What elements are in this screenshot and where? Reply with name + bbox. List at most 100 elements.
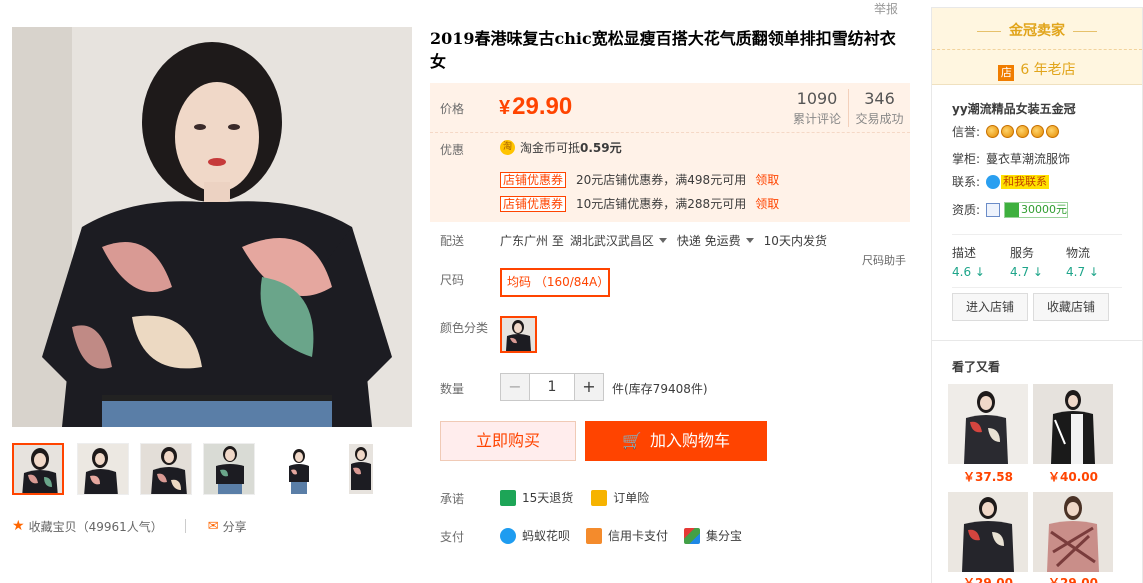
payment-row: 蚂蚁花呗 信用卡支付 集分宝 <box>500 527 742 544</box>
price-divider <box>430 132 910 133</box>
shop-name-link[interactable]: yy潮流精品女装五金冠 <box>952 100 1076 117</box>
favorite-item-link[interactable]: 收藏宝贝（49961人气） <box>29 518 163 535</box>
wangwang-icon[interactable] <box>986 174 1001 189</box>
deposit-amount: 30000元 <box>1021 202 1068 216</box>
report-link[interactable]: 举报 <box>874 0 898 17</box>
coupon-row-2: 店铺优惠券 10元店铺优惠券，满288元可用 领取 <box>500 195 779 212</box>
sales-caption: 交易成功 <box>855 112 904 126</box>
sales-count: 346 <box>864 89 895 108</box>
thumbnail-2[interactable] <box>77 443 129 495</box>
promise-item[interactable]: 订单险 <box>613 489 649 506</box>
main-product-image[interactable] <box>12 27 412 427</box>
price-panel: 价格 ¥29.90 1090 累计评论 346 交易成功 优惠 淘 淘金币可抵 0… <box>430 83 910 222</box>
recommended-item-3[interactable] <box>948 492 1028 572</box>
payment-item[interactable]: 蚂蚁花呗 <box>522 527 570 544</box>
sales-stats: 1090 累计评论 346 交易成功 <box>786 89 910 127</box>
ship-method-select[interactable]: 快递 免运费 <box>677 232 741 249</box>
crown-icon[interactable] <box>1031 125 1045 138</box>
increase-button[interactable]: + <box>575 374 603 400</box>
cart-icon: 🛒 <box>622 431 642 450</box>
coupon-row-1: 店铺优惠券 20元店铺优惠券，满498元可用 领取 <box>500 171 779 188</box>
thumbnail-strip <box>12 443 412 495</box>
promise-label: 承诺 <box>440 492 465 506</box>
star-icon[interactable]: ★ <box>12 518 25 534</box>
recommended-item-4[interactable] <box>1033 492 1113 572</box>
gold-seller-badge: 金冠卖家 <box>932 20 1142 40</box>
social-bar: ★ 收藏宝贝（49961人气） ✉ 分享 <box>12 517 247 535</box>
price-value: ¥29.90 <box>499 89 572 126</box>
thumbnail-6[interactable] <box>336 443 388 495</box>
ship-to-select[interactable]: 湖北武汉武昌区 <box>570 232 654 249</box>
crown-icon[interactable] <box>1001 125 1015 138</box>
product-page: 举报 ★ 收藏宝贝（49961人气） ✉ 分享 2019春港味复古chic宽松显… <box>0 0 1143 583</box>
color-option-swatch[interactable] <box>500 316 537 353</box>
chevron-down-icon[interactable] <box>658 238 667 243</box>
reviews-stat[interactable]: 1090 累计评论 <box>786 89 848 127</box>
dsr-name: 服务 <box>1010 246 1035 260</box>
price-amount: 29.90 <box>512 93 573 120</box>
favorite-shop-button[interactable]: 收藏店铺 <box>1033 293 1109 321</box>
credit-row: 信誉: <box>952 123 1061 140</box>
points-icon <box>684 527 701 544</box>
quantity-input[interactable]: 1 <box>529 374 575 400</box>
thumbnail-4[interactable] <box>203 443 255 495</box>
ship-from: 广东广州 至 <box>500 234 564 248</box>
crown-icon[interactable] <box>1046 125 1060 138</box>
coin-promo: 淘 淘金币可抵 0.59元 <box>500 139 622 156</box>
keeper-name[interactable]: 蔓衣草潮流服饰 <box>986 150 1070 167</box>
contact-label: 联系: <box>952 175 981 189</box>
add-to-cart-button[interactable]: 🛒 加入购物车 <box>585 421 767 461</box>
dsr-logistics: 物流 4.7 ↓ <box>1066 244 1126 279</box>
payment-item[interactable]: 信用卡支付 <box>608 527 668 544</box>
shop-age: 店 6 年老店 <box>932 59 1142 81</box>
crown-icon[interactable] <box>1016 125 1030 138</box>
dsr-name: 描述 <box>952 246 977 260</box>
dsr-value: 4.6 ↓ <box>952 265 985 279</box>
sales-stat: 346 交易成功 <box>848 89 910 127</box>
thumbnail-1[interactable] <box>12 443 64 495</box>
deposit-icon <box>1005 202 1020 217</box>
product-title: 2019春港味复古chic宽松显瘦百搭大花气质翻领单排扣雪纺衬衣女 <box>430 29 896 71</box>
size-option[interactable]: 均码 （160/84A） <box>500 268 610 297</box>
share-link[interactable]: 分享 <box>223 518 247 535</box>
recommended-item-2[interactable] <box>1033 384 1113 464</box>
promise-item[interactable]: 15天退货 <box>522 489 573 506</box>
keeper-row: 掌柜: 蔓衣草潮流服饰 <box>952 150 1070 167</box>
divider <box>184 519 186 533</box>
reviews-count: 1090 <box>796 89 838 108</box>
payment-item[interactable]: 集分宝 <box>706 527 742 544</box>
certificate-icon[interactable] <box>986 202 1001 217</box>
seven-day-return-icon <box>500 489 516 506</box>
contact-row: 联系: 和我联系 <box>952 173 1050 190</box>
qualification-row: 资质: 30000元 <box>952 201 1069 218</box>
claim-coupon-link[interactable]: 领取 <box>755 195 779 212</box>
huabei-icon <box>500 527 516 544</box>
color-label: 颜色分类 <box>440 321 489 335</box>
claim-coupon-link[interactable]: 领取 <box>755 171 779 188</box>
size-helper-link[interactable]: 尺码助手 <box>862 252 906 268</box>
recommended-item-1[interactable] <box>948 384 1028 464</box>
decrease-button[interactable]: − <box>501 374 529 400</box>
shop-age-text: 6 年老店 <box>1020 62 1076 78</box>
coupon-tag: 店铺优惠券 <box>500 171 567 188</box>
coin-text: 淘金币可抵 <box>520 141 581 155</box>
thumbnail-3[interactable] <box>140 443 192 495</box>
qualification-label: 资质: <box>952 203 981 217</box>
size-label: 尺码 <box>440 273 465 287</box>
shipping-label: 配送 <box>440 234 465 248</box>
coupon-text: 10元店铺优惠券，满288元可用 <box>576 197 747 211</box>
deposit-badge[interactable]: 30000元 <box>1004 201 1069 218</box>
crown-icon[interactable] <box>986 125 1000 138</box>
stock-text: 件(库存79408件) <box>612 382 708 396</box>
order-insurance-icon <box>591 489 608 506</box>
thumbnail-5[interactable] <box>272 443 324 495</box>
quantity-label: 数量 <box>440 382 465 396</box>
enter-shop-button[interactable]: 进入店铺 <box>952 293 1028 321</box>
share-icon[interactable]: ✉ <box>208 519 219 534</box>
contact-button[interactable]: 和我联系 <box>1001 174 1050 189</box>
chevron-down-icon[interactable] <box>745 238 754 243</box>
dsr-value: 4.7 ↓ <box>1066 265 1099 279</box>
coupon-tag: 店铺优惠券 <box>500 195 567 212</box>
taojinbi-icon: 淘 <box>500 140 515 155</box>
buy-now-button[interactable]: 立即购买 <box>440 421 576 461</box>
